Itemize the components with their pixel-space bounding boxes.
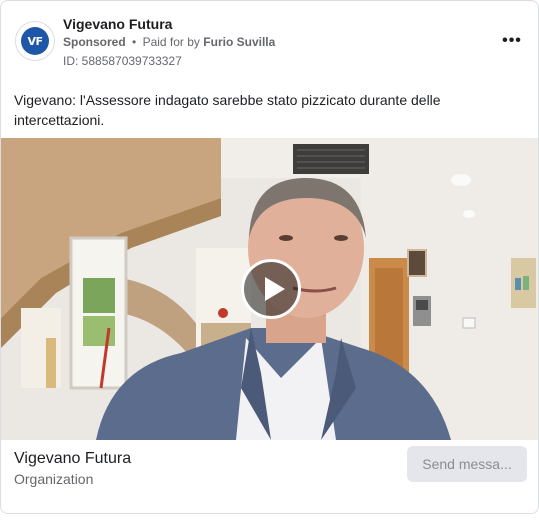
ad-footer: Vigevano Futura Organization Send messa.…	[1, 440, 538, 513]
ad-body-text: Vigevano: l'Assessore indagato sarebbe s…	[14, 92, 441, 128]
ad-header: VF Vigevano Futura Sponsored • Paid for …	[13, 13, 528, 73]
ad-id: ID: 588587039733327	[63, 54, 182, 68]
separator: •	[132, 35, 137, 49]
send-message-button[interactable]: Send messa...	[407, 446, 527, 482]
footer-category: Organization	[14, 471, 94, 487]
sponsor-line: Sponsored • Paid for by Furio Suvilla	[63, 35, 275, 49]
footer-page-name[interactable]: Vigevano Futura	[14, 450, 131, 468]
video-player[interactable]	[1, 138, 538, 440]
ad-card: VF Vigevano Futura Sponsored • Paid for …	[0, 0, 539, 514]
page-logo: VF	[21, 27, 49, 55]
payer-name: Furio Suvilla	[203, 35, 276, 49]
more-options-icon[interactable]: •••	[500, 29, 524, 53]
avatar[interactable]: VF	[15, 21, 55, 61]
play-icon[interactable]	[241, 259, 301, 319]
paid-for-label: Paid for by	[142, 35, 200, 49]
page-name[interactable]: Vigevano Futura	[63, 16, 172, 32]
sponsored-label: Sponsored	[63, 35, 126, 49]
